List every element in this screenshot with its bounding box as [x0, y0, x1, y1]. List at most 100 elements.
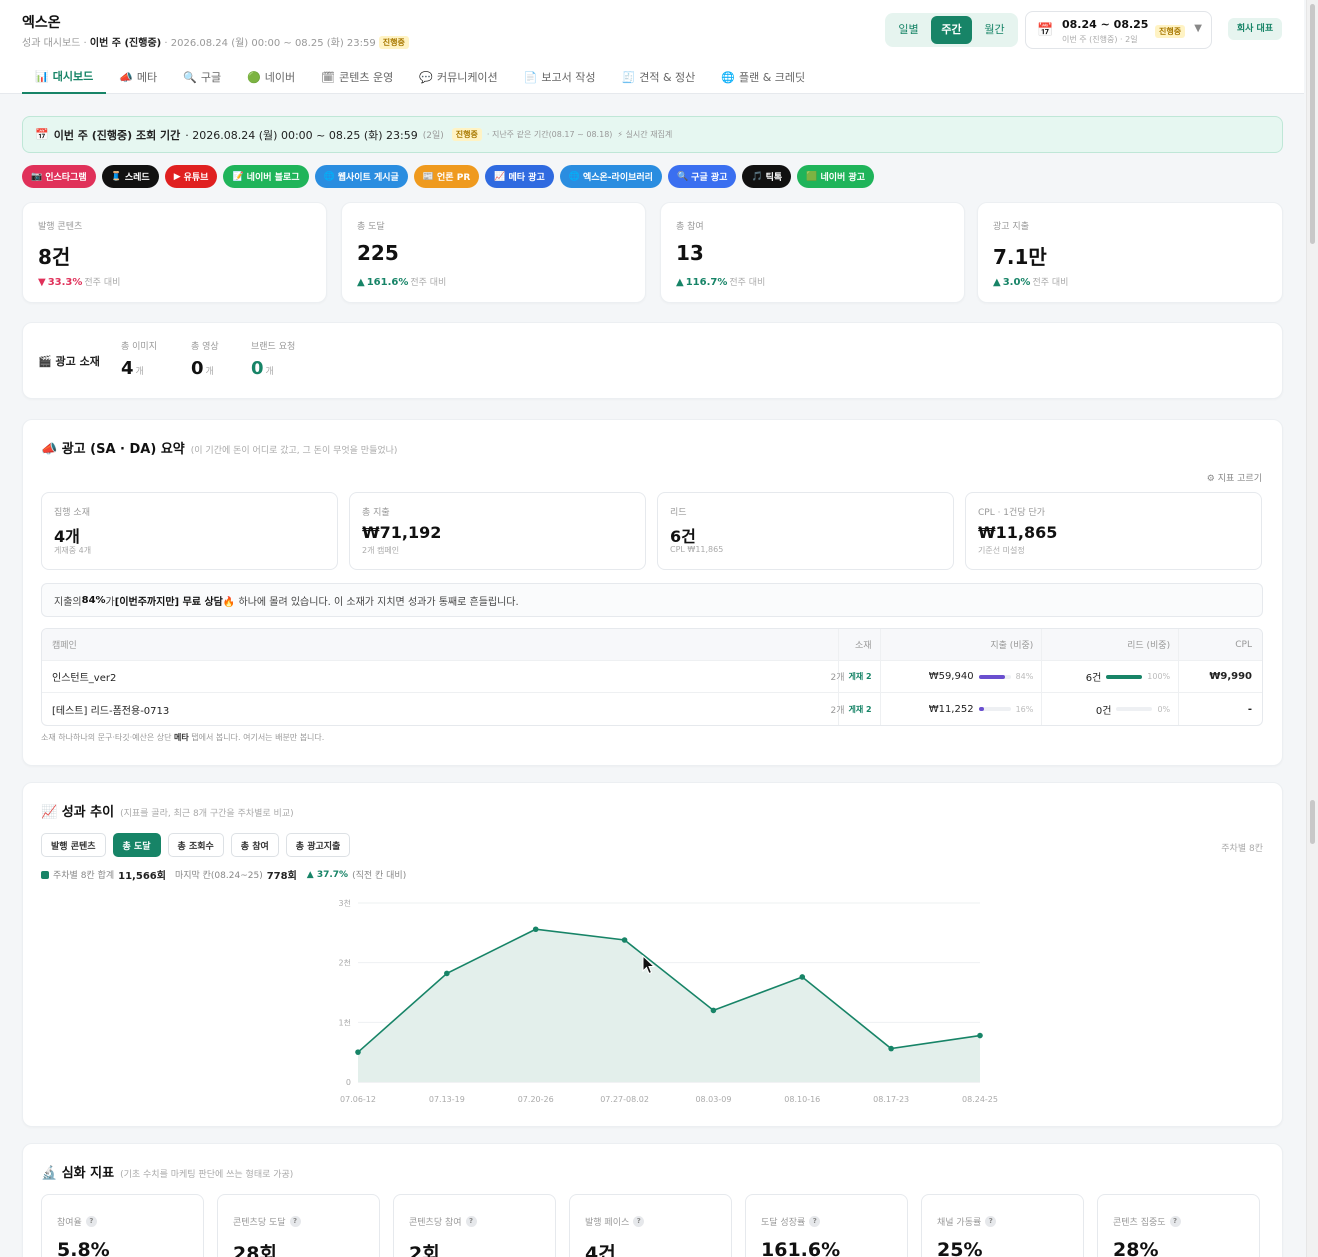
main-tabs: 📊 대시보드 📣 메타 🔍 구글 🟢 네이버 🗓 콘텐츠 운영 💬 커뮤니케이션 📄 보고서 작성 🧾 견적 …: [22, 60, 818, 94]
table-header-cell[interactable]: 캠페인: [42, 638, 838, 651]
channel-chip[interactable]: 🌐 엑스온-라이브러리: [559, 165, 662, 188]
tab-6[interactable]: 📄 보고서 작성: [511, 60, 609, 94]
ad-summary-section: 📣 광고 (SA · DA) 요약 (이 기간에 돈이 어디로 갔고, 그 돈이 …: [22, 419, 1283, 766]
tab-8[interactable]: 🌐 플랜 & 크레딧: [708, 60, 818, 94]
tab-7[interactable]: 🧾 견적 & 정산: [609, 60, 709, 94]
campaign-table: 캠페인 소재 지출 (비중) 리드 (비중) CPL 인스턴트_ver2 2개 게재 2 ₩59…: [41, 628, 1263, 726]
channel-chip[interactable]: 📰 언론 PR: [413, 165, 480, 188]
ad-assets-card: 🎬 광고 소재 총 이미지 4개 총 영상 0개 브랜드 요청 0개: [22, 322, 1283, 399]
period-weekly-button[interactable]: 주간: [931, 16, 972, 44]
card-value: 6건: [670, 527, 696, 546]
tab-4[interactable]: 🗓 콘텐츠 운영: [308, 60, 406, 94]
delta-value: 161.6%: [366, 277, 409, 288]
channel-chip[interactable]: 📷 인스타그램: [22, 165, 96, 188]
asset-count: 2개: [830, 673, 845, 683]
delta-arrow-icon: ▼: [38, 277, 46, 288]
table-header-cell[interactable]: 리드 (비중): [1041, 629, 1178, 660]
table-header-cell[interactable]: 소재: [837, 629, 880, 660]
kpi-value: 8건: [38, 245, 71, 269]
delta-compare: 전주 대비: [1032, 278, 1069, 288]
tab-5[interactable]: 💬 커뮤니케이션: [406, 60, 510, 94]
scrollbar-thumb[interactable]: [1310, 4, 1315, 244]
table-header-cell[interactable]: 지출 (비중): [879, 629, 1042, 660]
deep-metric-label-text: 콘텐츠당 도달: [233, 1218, 286, 1228]
delta-value: 33.3%: [47, 277, 83, 288]
channel-chip[interactable]: 🟩 네이버 광고: [797, 165, 874, 188]
lead-value: 0건: [1095, 705, 1112, 717]
tab-label: 견적 & 정산: [639, 71, 696, 84]
page-scrollbar[interactable]: [1306, 0, 1318, 1257]
data-point: [977, 1032, 983, 1039]
table-header-cell[interactable]: CPL: [1178, 629, 1262, 660]
tab-icon: 📊: [35, 69, 49, 83]
channel-chip[interactable]: 📝 네이버 블로그: [223, 165, 309, 188]
card-label: CPL · 1건당 단가: [978, 508, 1046, 518]
card-label: 집행 소재: [54, 508, 90, 518]
period-toggle: 일별 주간 월간: [885, 13, 1018, 47]
deep-metric-value: 28%: [1113, 1239, 1159, 1257]
legend-total-label: 주차별 8칸 합계: [53, 871, 115, 881]
tab-2[interactable]: 🔍 구글: [170, 60, 234, 94]
deep-metric-card: 발행 페이스? 4건: [569, 1194, 732, 1257]
date-range-picker[interactable]: 📅 08.24 ~ 08.25 이번 주 (진행중) · 2일 진행중 ▼: [1025, 11, 1212, 49]
kpi-value: 225: [357, 241, 399, 265]
channel-chip[interactable]: ▶ 유튜브: [164, 165, 218, 188]
period-daily-button[interactable]: 일별: [888, 16, 929, 44]
channel-chip[interactable]: 🧵 스레드: [101, 165, 159, 188]
channel-icon: 🧵: [110, 171, 122, 182]
ad-summary-card: 리드 6건 CPL ₩11,865: [657, 492, 954, 570]
channel-chip[interactable]: 🔍 구글 광고: [667, 165, 737, 188]
help-icon[interactable]: ?: [809, 1216, 821, 1227]
data-point: [621, 937, 628, 943]
spend-value: ₩11,252: [928, 703, 974, 715]
metric-tab[interactable]: 총 광고지출: [285, 833, 351, 857]
stat-value: 0개: [191, 358, 214, 379]
spend-share-pct: 84%: [1015, 672, 1034, 681]
company-representative-button[interactable]: 회사 대표: [1228, 18, 1282, 40]
channel-icon: 📷: [31, 171, 43, 182]
metric-tab[interactable]: 총 참여: [230, 833, 279, 857]
help-icon[interactable]: ?: [289, 1216, 301, 1227]
trend-chart[interactable]: 0 1천 2천 3천 07.06-12 07.13-19 07.20-26 07.27-08.…: [23, 887, 1282, 1117]
help-icon[interactable]: ?: [1169, 1216, 1181, 1227]
table-row[interactable]: [테스트] 리드-폼전용-0713 2개 게재 2 ₩11,252 16% 0건 0% -: [42, 693, 1262, 725]
help-icon[interactable]: ?: [633, 1216, 645, 1227]
x-tick-label: 07.13-19: [429, 1095, 465, 1104]
channel-label: 스레드: [124, 173, 150, 183]
deep-metric-label-text: 도달 성장률: [761, 1218, 806, 1228]
channel-chip[interactable]: 🎵 틱톡: [742, 165, 792, 188]
tab-icon: 🟢: [247, 70, 261, 84]
help-icon[interactable]: ?: [465, 1216, 477, 1227]
tab-0[interactable]: 📊 대시보드: [22, 60, 107, 94]
metric-tab[interactable]: 총 조회수: [167, 833, 224, 857]
stat-label: 총 이미지: [121, 342, 157, 352]
period-bar-badge: 진행중: [451, 128, 482, 141]
spend-value: ₩59,940: [928, 671, 974, 682]
x-tick-label: 08.24-25: [962, 1095, 998, 1104]
ad-assets-brand-requests: 브랜드 요청 0개: [251, 339, 295, 379]
deep-metric-label: 발행 페이스?: [585, 1215, 645, 1228]
kpi-value: 13: [676, 241, 704, 265]
tab-label: 구글: [200, 71, 222, 84]
channel-chip[interactable]: 📈 메타 광고: [485, 165, 554, 188]
tab-3[interactable]: 🟢 네이버: [234, 60, 308, 94]
scrollbar-thumb-secondary[interactable]: [1310, 800, 1315, 844]
table-row[interactable]: 인스턴트_ver2 2개 게재 2 ₩59,940 84% 6건 100% ₩9,990: [42, 661, 1262, 693]
channel-chip[interactable]: 🌐 웹사이트 게시글: [314, 165, 408, 188]
tab-1[interactable]: 📣 메타: [106, 60, 170, 94]
metric-tab[interactable]: 발행 콘텐츠: [41, 833, 106, 857]
period-monthly-button[interactable]: 월간: [974, 16, 1015, 44]
metric-tab[interactable]: 총 도달: [112, 833, 161, 857]
y-tick-label: 1천: [339, 1017, 351, 1027]
asset-count-cell: 2개 게재 2: [831, 661, 880, 692]
help-icon[interactable]: ?: [985, 1216, 997, 1227]
chevron-down-icon[interactable]: ▼: [1194, 23, 1202, 34]
help-icon[interactable]: ?: [85, 1216, 97, 1227]
stat-value: 0개: [251, 358, 274, 379]
channel-icon: 🌐: [323, 171, 335, 182]
metric-picker-button[interactable]: ⚙ 지표 고르기: [1207, 471, 1262, 484]
channel-label: 메타 광고: [508, 173, 545, 183]
deep-metrics-title: 🔬 심화 지표 (기초 수치를 마케팅 판단에 쓰는 형태로 가공): [41, 1166, 294, 1181]
lead-share-bar: [1116, 707, 1153, 711]
date-range-value: 08.24 ~ 08.25: [1062, 18, 1149, 31]
